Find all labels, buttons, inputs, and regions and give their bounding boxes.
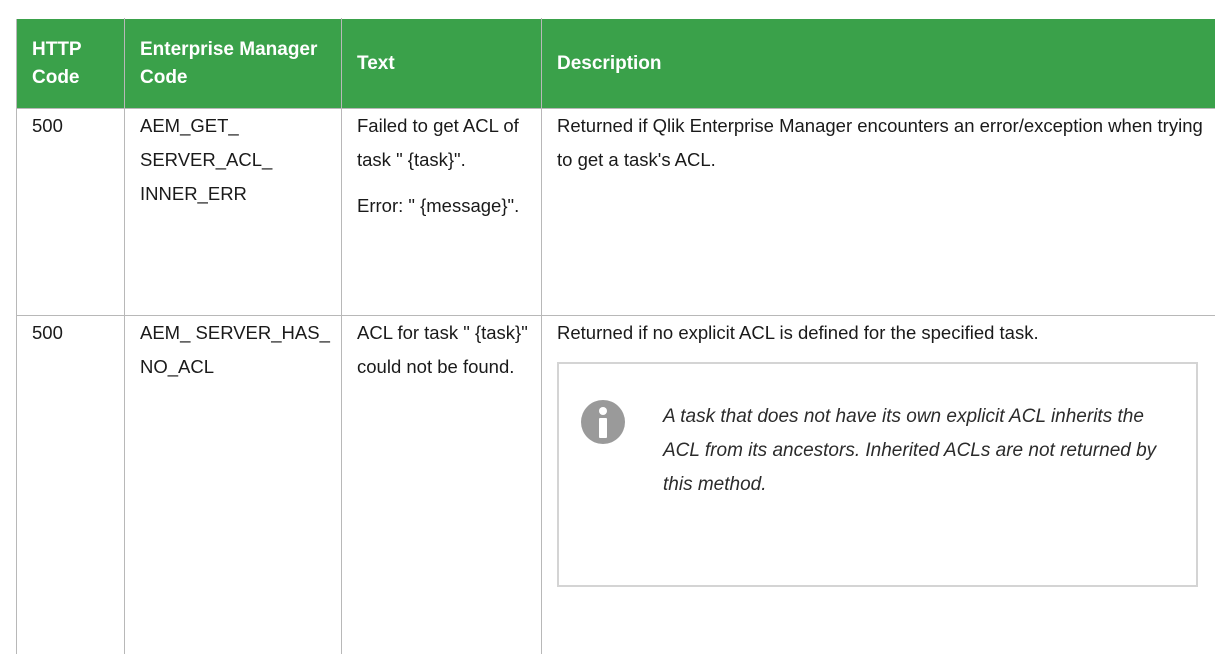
cell-description: Returned if Qlik Enterprise Manager enco… — [541, 108, 1215, 316]
page-top-edge — [0, 0, 1215, 18]
table-row: 500 AEM_ SERVER_HAS_ NO_ACL ACL for task… — [16, 315, 1215, 654]
note-text: A task that does not have its own explic… — [663, 406, 1157, 495]
cell-em-code: AEM_ SERVER_HAS_ NO_ACL — [124, 315, 342, 654]
text-line: ACL for task " {task}" could not be foun… — [357, 322, 528, 377]
cell-text: Failed to get ACL of task " {task}". Err… — [341, 108, 542, 316]
header-http-code: HTTP Code — [16, 18, 125, 109]
document-page: HTTP Code Enterprise Manager Code Text D… — [0, 0, 1215, 654]
description-text: Returned if no explicit ACL is defined f… — [557, 322, 1039, 343]
header-row: HTTP Code Enterprise Manager Code Text D… — [16, 18, 1215, 109]
error-codes-table: HTTP Code Enterprise Manager Code Text D… — [16, 18, 1215, 654]
info-icon — [581, 400, 625, 444]
note-box: A task that does not have its own explic… — [557, 362, 1198, 587]
cell-text: ACL for task " {task}" could not be foun… — [341, 315, 542, 654]
cell-em-code: AEM_GET_ SERVER_ACL_ INNER_ERR — [124, 108, 342, 316]
text-line: Failed to get ACL of task " {task}". — [357, 115, 519, 170]
table-row: 500 AEM_GET_ SERVER_ACL_ INNER_ERR Faile… — [16, 108, 1215, 316]
header-description: Description — [541, 18, 1215, 109]
text-line: Error: " {message}". — [357, 195, 520, 216]
table-header: HTTP Code Enterprise Manager Code Text D… — [16, 18, 1215, 109]
cell-description: Returned if no explicit ACL is defined f… — [541, 315, 1215, 654]
cell-http-code: 500 — [16, 108, 125, 316]
header-em-code: Enterprise Manager Code — [124, 18, 342, 109]
cell-http-code: 500 — [16, 315, 125, 654]
header-text: Text — [341, 18, 542, 109]
